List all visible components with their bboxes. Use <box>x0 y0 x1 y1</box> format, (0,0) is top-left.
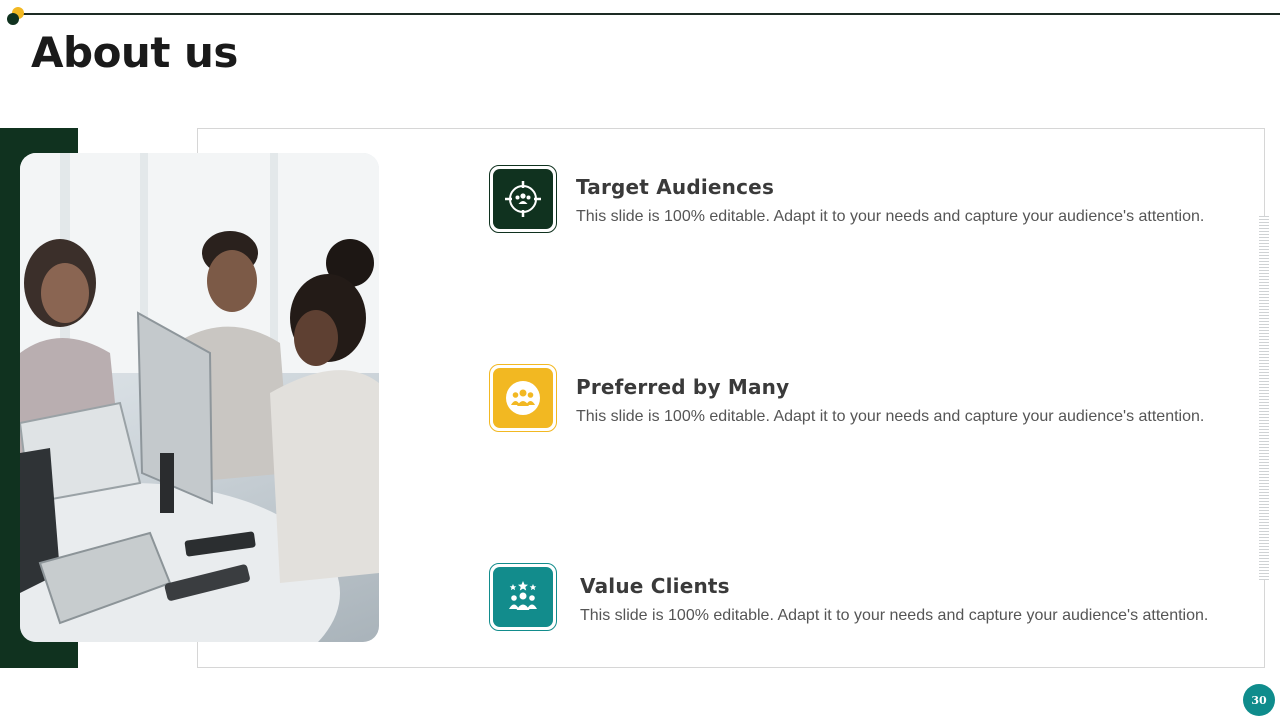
group-icon <box>506 381 540 415</box>
item-title-value-clients: Value Clients <box>580 574 730 598</box>
page-title: About us <box>31 28 238 77</box>
accent-dot-green <box>7 13 19 25</box>
value-clients-icon-box <box>489 563 557 631</box>
item-title-target-audiences: Target Audiences <box>576 175 775 199</box>
item-description: This slide is 100% editable. Adapt it to… <box>576 208 1205 225</box>
page-number-badge: 30 <box>1243 684 1275 716</box>
item-title-preferred-by-many: Preferred by Many <box>576 375 790 399</box>
preferred-icon-box <box>489 364 557 432</box>
decorative-stripe <box>1259 216 1269 580</box>
value-clients-icon <box>509 581 537 610</box>
item-description: This slide is 100% editable. Adapt it to… <box>576 408 1205 425</box>
target-audience-icon-box <box>489 165 557 233</box>
team-photo <box>20 153 379 642</box>
target-audience-icon <box>505 181 541 217</box>
header-rule <box>14 13 1280 15</box>
item-description: This slide is 100% editable. Adapt it to… <box>580 607 1209 624</box>
